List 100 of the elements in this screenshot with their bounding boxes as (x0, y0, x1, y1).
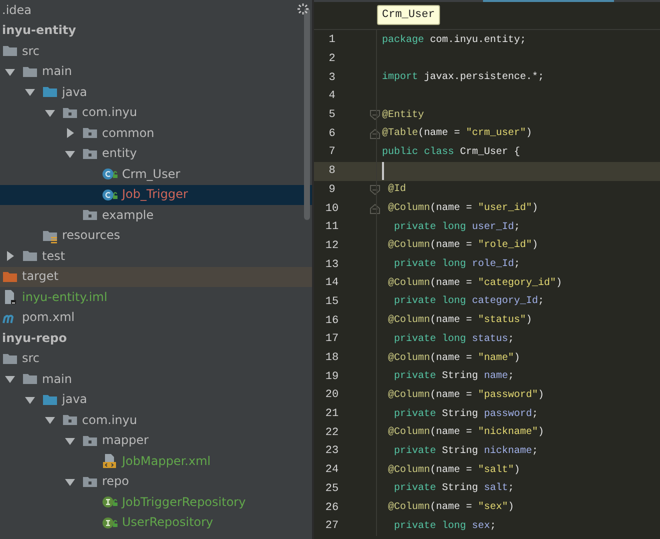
tree-item[interactable]: .idea (0, 2, 32, 18)
xml-file-icon (102, 453, 118, 470)
line-number: 4 (328, 90, 336, 102)
collapsed-arrow-icon[interactable] (5, 251, 15, 262)
line-number: 19 (324, 370, 340, 383)
code-line: private long status; (394, 334, 514, 345)
expanded-arrow-icon[interactable] (25, 394, 35, 405)
tree-item[interactable]: UserRepository (120, 515, 214, 530)
line-number: 20 (324, 389, 340, 402)
code-line: @Column(name = "name") (388, 352, 520, 364)
code-line: private long sex; (394, 520, 496, 532)
code-line: @Table(name = "crm_user") (382, 128, 532, 140)
expanded-arrow-icon[interactable] (45, 108, 55, 118)
expanded-arrow-icon[interactable] (5, 374, 15, 384)
tree-item[interactable]: JobMapper.xml (120, 454, 211, 469)
code-line: @Column(name = "status") (388, 315, 532, 326)
line-number: 5 (328, 109, 336, 122)
line-number: 17 (324, 333, 340, 346)
line-number: 27 (324, 520, 340, 532)
file-icon (2, 289, 18, 306)
line-number: 21 (324, 408, 340, 420)
line-number: 8 (328, 165, 336, 178)
fold-marker-icon[interactable] (370, 204, 380, 214)
expanded-arrow-icon[interactable] (25, 87, 35, 98)
tree-item[interactable]: java (60, 84, 88, 100)
class-icon (102, 166, 118, 182)
line-number: 7 (328, 146, 336, 158)
line-number: 14 (324, 277, 340, 290)
interface-icon (102, 514, 118, 531)
line-number: 13 (324, 258, 340, 271)
code-line: private String password; (394, 408, 538, 420)
tree-item[interactable]: mapper (100, 433, 149, 448)
code-line: import javax.persistence.*; (382, 72, 544, 84)
code-line: @Column(name = "role_id") (388, 240, 538, 252)
tree-item[interactable]: java (60, 392, 88, 408)
line-number: 10 (324, 202, 340, 215)
module-name[interactable]: inyu-entity (0, 23, 76, 38)
code-line: private long user_Id; (394, 222, 520, 233)
tree-item[interactable]: main (40, 372, 72, 387)
line-number: 11 (324, 221, 340, 234)
line-number: 12 (324, 240, 340, 252)
code-line: @Column(name = "salt") (388, 464, 520, 476)
tree-item[interactable]: inyu-entity.iml (20, 290, 108, 305)
line-number: 2 (328, 53, 336, 66)
tree-item[interactable]: example (100, 208, 154, 223)
interface-icon (102, 494, 118, 510)
code-line: @Entity (382, 110, 424, 121)
line-number: 23 (324, 445, 340, 458)
tree-item[interactable]: src (20, 351, 40, 366)
scrollbar-thumb[interactable] (304, 8, 310, 220)
tree-item[interactable]: main (40, 64, 72, 80)
settings-icon[interactable] (297, 3, 309, 15)
collapsed-arrow-icon[interactable] (65, 128, 75, 138)
line-number: 3 (328, 72, 336, 84)
tree-item[interactable]: pom.xml (20, 310, 75, 326)
module-name[interactable]: inyu-repo (0, 330, 67, 346)
tree-item[interactable]: resources (60, 228, 120, 244)
code-line: @Column(name = "sex") (388, 502, 514, 514)
line-number: 9 (328, 184, 336, 196)
code-line: private String salt; (394, 483, 514, 494)
code-line: private String nickname; (394, 446, 538, 457)
code-line: @Id (388, 184, 406, 196)
tree-item[interactable]: target (20, 269, 58, 284)
tree-item[interactable]: src (20, 44, 40, 59)
code-line: private long category_Id; (394, 296, 544, 308)
tree-item[interactable]: common (100, 126, 154, 141)
expanded-arrow-icon[interactable] (5, 66, 15, 77)
expanded-arrow-icon[interactable] (65, 436, 75, 446)
tree-item[interactable]: com.inyu (80, 412, 138, 428)
line-number: 25 (324, 482, 340, 495)
tree-item[interactable]: com.inyu (80, 105, 138, 120)
code-line: private long role_Id; (394, 259, 520, 270)
code-line: @Column(name = "user_id") (388, 203, 538, 214)
tree-item[interactable]: Crm_User (120, 166, 180, 182)
fold-marker-icon[interactable] (370, 184, 380, 195)
fold-marker-icon[interactable] (370, 128, 380, 139)
tree-item[interactable]: entity (100, 146, 137, 162)
fold-marker-icon[interactable] (370, 110, 380, 120)
code-line: package com.inyu.entity; (382, 34, 526, 46)
expanded-arrow-icon[interactable] (65, 148, 75, 159)
expanded-arrow-icon[interactable] (45, 415, 55, 426)
line-number: 22 (324, 426, 340, 439)
line-number: 1 (328, 34, 336, 46)
line-number: 15 (324, 296, 340, 308)
tree-item[interactable]: Job_Trigger (120, 187, 188, 202)
class-icon (102, 186, 118, 203)
code-line: @Column(name = "password") (388, 390, 544, 401)
line-number: 6 (328, 128, 336, 140)
line-number: 26 (324, 502, 340, 514)
code-line: @Column(name = "category_id") (388, 278, 562, 289)
line-number: 24 (324, 464, 340, 476)
line-number: 16 (324, 314, 340, 327)
tree-item[interactable]: repo (100, 474, 130, 490)
expanded-arrow-icon[interactable] (65, 476, 75, 487)
tree-item[interactable]: test (40, 248, 66, 264)
code-line: private String name; (394, 371, 514, 382)
line-number: 18 (324, 352, 340, 364)
text-caret (382, 162, 384, 180)
tree-item[interactable]: JobTriggerRepository (120, 494, 246, 510)
code-line: public class Crm_User { (382, 146, 520, 158)
